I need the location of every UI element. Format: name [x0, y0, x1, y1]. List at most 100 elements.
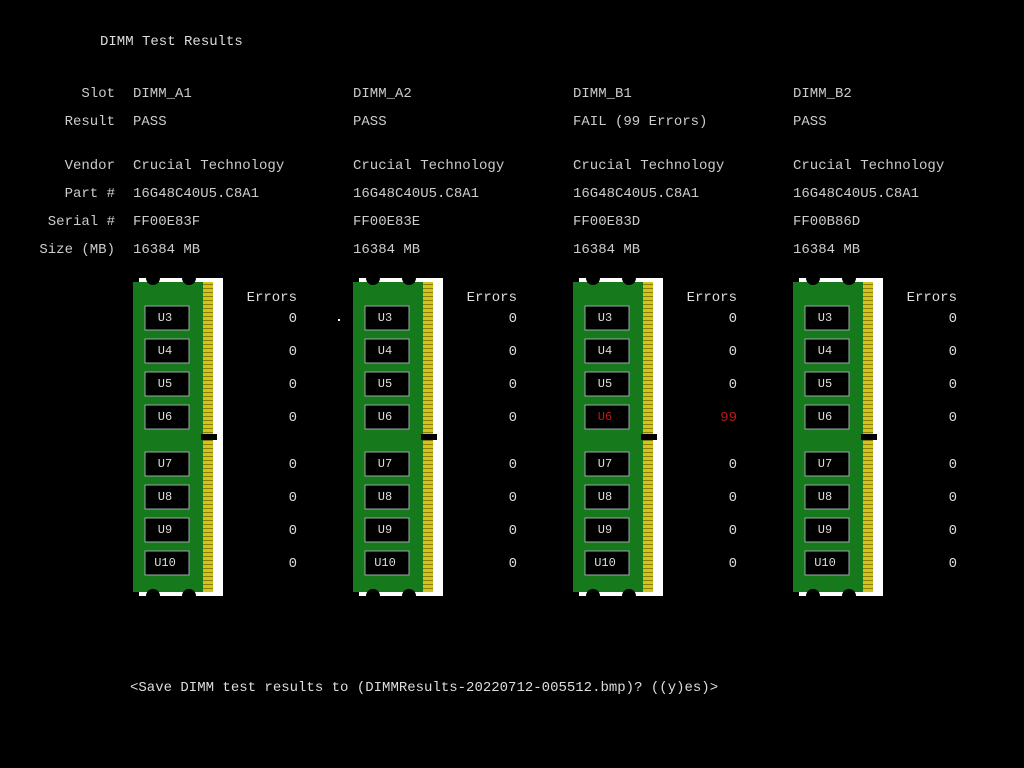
save-prompt[interactable]: <Save DIMM test results to (DIMMResults-… — [130, 680, 718, 696]
chip-error-count: 0 — [241, 490, 297, 506]
chip-label: U6 — [588, 411, 622, 423]
label-result: Result — [0, 108, 115, 136]
chip-label: U5 — [148, 378, 182, 390]
chip-label: U8 — [368, 491, 402, 503]
chip-error-count: 0 — [901, 556, 957, 572]
vendor-value: Crucial Technology — [573, 152, 793, 180]
label-slot: Slot — [0, 80, 115, 108]
chip-label: U7 — [588, 458, 622, 470]
dimm-module-icon — [133, 278, 223, 596]
errors-header: Errors — [901, 290, 957, 306]
chip-error-count: 0 — [461, 377, 517, 393]
chip-error-count: 0 — [241, 377, 297, 393]
errors-header: Errors — [461, 290, 517, 306]
part-value: 16G48C40U5.C8A1 — [133, 180, 353, 208]
row-labels: Slot Result Vendor Part # Serial # Size … — [0, 80, 115, 264]
chip-label: U3 — [148, 312, 182, 324]
chip-label: U9 — [808, 524, 842, 536]
chip-label: U8 — [588, 491, 622, 503]
result-value: PASS — [133, 108, 353, 136]
chip-error-count: 0 — [461, 523, 517, 539]
chip-label: U5 — [808, 378, 842, 390]
chip-label: U8 — [808, 491, 842, 503]
dimm-column: DIMM_A2PASS Crucial Technology16G48C40U5.… — [353, 80, 573, 264]
chip-label: U3 — [588, 312, 622, 324]
errors-header: Errors — [681, 290, 737, 306]
chip-error-count: 0 — [461, 311, 517, 327]
label-serial: Serial # — [0, 208, 115, 236]
chip-error-count: 0 — [461, 556, 517, 572]
dimm-illustration — [133, 278, 223, 596]
chip-label: U5 — [588, 378, 622, 390]
vendor-value: Crucial Technology — [793, 152, 1013, 180]
chip-label: U4 — [148, 345, 182, 357]
dimm-illustration — [353, 278, 443, 596]
chip-label: U7 — [368, 458, 402, 470]
chip-label: U6 — [808, 411, 842, 423]
chip-error-count: 0 — [901, 490, 957, 506]
chip-label: U6 — [148, 411, 182, 423]
chip-label: U9 — [368, 524, 402, 536]
chip-error-count: 99 — [681, 410, 737, 426]
part-value: 16G48C40U5.C8A1 — [353, 180, 573, 208]
dimm-module-icon — [573, 278, 663, 596]
dimm-test-results-screen: DIMM Test Results Slot Result Vendor Par… — [0, 0, 1024, 768]
chip-error-count: 0 — [461, 490, 517, 506]
chip-label: U7 — [148, 458, 182, 470]
chip-error-count: 0 — [241, 311, 297, 327]
chip-label: U4 — [808, 345, 842, 357]
chip-label: U7 — [808, 458, 842, 470]
dimm-module-icon — [793, 278, 883, 596]
chip-error-count: 0 — [901, 344, 957, 360]
label-vendor: Vendor — [0, 152, 115, 180]
chip-label: U10 — [588, 557, 622, 569]
chip-error-count: 0 — [901, 523, 957, 539]
result-value: PASS — [353, 108, 573, 136]
chip-label: U4 — [368, 345, 402, 357]
chip-error-count: 0 — [241, 344, 297, 360]
serial-value: FF00E83F — [133, 208, 353, 236]
chip-label: U3 — [808, 312, 842, 324]
dimm-column: DIMM_B2PASSCrucial Technology16G48C40U5.… — [793, 80, 1013, 264]
page-title: DIMM Test Results — [100, 34, 243, 50]
chip-label: U9 — [588, 524, 622, 536]
size-value: 16384 MB — [793, 236, 1013, 264]
part-value: 16G48C40U5.C8A1 — [793, 180, 1013, 208]
result-value: PASS — [793, 108, 1013, 136]
size-value: 16384 MB — [353, 236, 573, 264]
label-size: Size (MB) — [0, 236, 115, 264]
size-value: 16384 MB — [133, 236, 353, 264]
slot-value: DIMM_A2 — [353, 80, 573, 108]
chip-error-count: 0 — [461, 410, 517, 426]
chip-error-count: 0 — [241, 556, 297, 572]
chip-label: U5 — [368, 378, 402, 390]
chip-error-count: 0 — [241, 410, 297, 426]
dimm-illustration — [573, 278, 663, 596]
chip-label: U9 — [148, 524, 182, 536]
chip-error-count: 0 — [681, 311, 737, 327]
chip-error-count: 0 — [901, 410, 957, 426]
chip-label: U6 — [368, 411, 402, 423]
slot-value: DIMM_A1 — [133, 80, 353, 108]
dimm-illustration — [793, 278, 883, 596]
chip-error-count: 0 — [681, 523, 737, 539]
serial-value: FF00E83E — [353, 208, 573, 236]
chip-label: U10 — [808, 557, 842, 569]
serial-value: FF00E83D — [573, 208, 793, 236]
chip-error-count: 0 — [241, 457, 297, 473]
errors-header: Errors — [241, 290, 297, 306]
label-part: Part # — [0, 180, 115, 208]
vendor-value: Crucial Technology — [353, 152, 573, 180]
slot-value: DIMM_B1 — [573, 80, 793, 108]
pixel-artifact — [338, 319, 340, 321]
chip-error-count: 0 — [681, 490, 737, 506]
chip-error-count: 0 — [461, 457, 517, 473]
chip-error-count: 0 — [681, 556, 737, 572]
vendor-value: Crucial Technology — [133, 152, 353, 180]
dimm-module-icon — [353, 278, 443, 596]
dimm-column: DIMM_A1PASS Crucial Technology16G48C40U5.… — [133, 80, 353, 264]
part-value: 16G48C40U5.C8A1 — [573, 180, 793, 208]
dimm-column: DIMM_B1FAIL (99 Errors)Crucial Technolog… — [573, 80, 793, 264]
chip-label: U10 — [148, 557, 182, 569]
chip-error-count: 0 — [461, 344, 517, 360]
